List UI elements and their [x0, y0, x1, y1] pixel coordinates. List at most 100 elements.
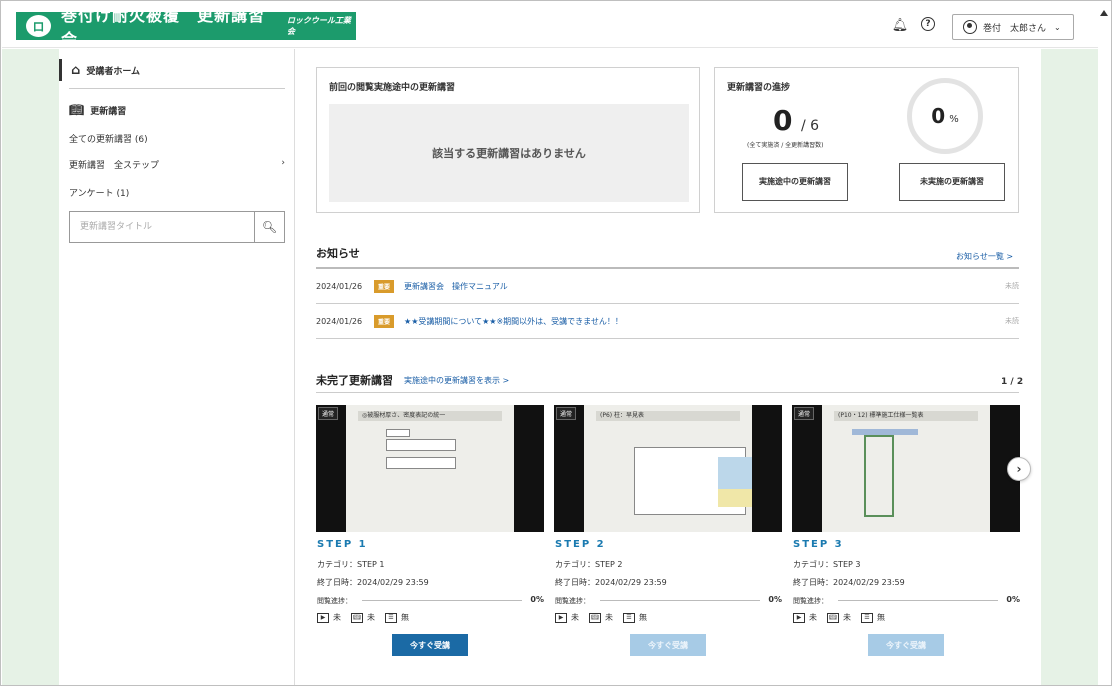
- course-card: ◎被服材厚さ、密度表記の統一 通常 STEP 1 カテゴリ：STEP 1 終了日…: [316, 405, 544, 675]
- thumbnail-slide: (P6) 柱：早見表: [584, 405, 752, 532]
- test-status: 無: [639, 613, 647, 622]
- sidebar-item-all-steps[interactable]: 更新講習 全ステップ ›: [69, 158, 285, 171]
- news-item[interactable]: 2024/01/26 重要 更新講習会 操作マニュアル 未読: [316, 272, 1019, 300]
- sidebar-home-label: 受講者ホーム: [86, 66, 141, 77]
- carousel-next-button[interactable]: ›: [1007, 457, 1031, 481]
- progress-percent-unit: %: [949, 113, 959, 125]
- news-row-divider: [316, 303, 1019, 304]
- sidebar-item-label: アンケート (1): [69, 189, 130, 199]
- home-icon: ⌂: [71, 62, 81, 78]
- book-icon: 📖︎: [589, 612, 601, 623]
- page-scrollbar[interactable]: [1098, 2, 1111, 685]
- course-thumbnail[interactable]: (P6) 柱：早見表 通常: [554, 405, 782, 532]
- video-icon: ▶: [317, 612, 329, 623]
- previous-course-card: 前回の閲覧実施途中の更新講習 該当する更新講習はありません: [316, 67, 700, 213]
- progress-percent: 0: [931, 104, 946, 128]
- sidebar-section-courses: 📖︎ 更新講習: [69, 103, 126, 117]
- course-progress-percent: 0%: [768, 595, 782, 604]
- carousel-page-indicator: 1 / 2: [1001, 377, 1024, 387]
- book-icon: 📖︎: [827, 612, 839, 623]
- news-title: お知らせ: [316, 247, 360, 260]
- video-status: 未: [571, 613, 579, 622]
- thumbnail-heading: ◎被服材厚さ、密度表記の統一: [358, 411, 502, 421]
- sidebar-item-all-courses[interactable]: 全ての更新講習 (6): [69, 132, 285, 145]
- sidebar-item-survey[interactable]: アンケート (1): [69, 186, 285, 199]
- course-category: カテゴリ：STEP 2: [555, 560, 623, 569]
- course-card: (P6) 柱：早見表 通常 STEP 2 カテゴリ：STEP 2 終了日時：20…: [554, 405, 782, 675]
- chevron-down-icon: ⌄: [1054, 22, 1061, 32]
- text-status: 未: [843, 613, 851, 622]
- user-menu-button[interactable]: 巻付 太郎さん ⌄: [952, 14, 1074, 40]
- important-badge: 重要: [374, 314, 395, 328]
- news-item[interactable]: 2024/01/26 重要 ★★受講期間について★★※期間以外は、受講できません…: [316, 307, 1019, 335]
- start-course-button[interactable]: 今すぐ受講: [630, 634, 706, 656]
- news-item-title[interactable]: ★★受講期間について★★※期間以外は、受講できません！！: [404, 316, 1005, 327]
- course-step-name[interactable]: STEP 3: [793, 539, 844, 550]
- course-step-name[interactable]: STEP 1: [317, 539, 368, 550]
- course-progress-label: 閲覧進捗：: [555, 597, 590, 605]
- progress-ring: 0 %: [907, 78, 983, 154]
- thumbnail-beam: [852, 429, 918, 435]
- course-progress-label: 閲覧進捗：: [793, 597, 828, 605]
- start-course-button[interactable]: 今すぐ受講: [392, 634, 468, 656]
- sidebar-item-label: 全ての更新講習 (6): [69, 135, 148, 145]
- search-button[interactable]: 🔍︎: [254, 212, 284, 242]
- course-search: 🔍︎: [69, 211, 285, 243]
- news-row-divider: [316, 338, 1019, 339]
- news-read-status: 未読: [1005, 282, 1019, 290]
- thumbnail-slide: ◎被服材厚さ、密度表記の統一: [346, 405, 514, 532]
- important-badge: 重要: [374, 279, 395, 293]
- thumbnail-cell: [718, 489, 752, 507]
- app-subtitle: ロックウール工業会: [286, 16, 351, 36]
- thumbnail-slide: (P10・12) 標準施工仕様一覧表: [822, 405, 990, 532]
- thumbnail-heading: (P6) 柱：早見表: [596, 411, 740, 421]
- course-progress-bar: [600, 600, 760, 601]
- video-status: 未: [333, 613, 341, 622]
- text-status: 未: [367, 613, 375, 622]
- test-status: 無: [401, 613, 409, 622]
- thumbnail-cell: [718, 457, 752, 489]
- app-title: 巻付け耐火被覆 更新講習会: [60, 6, 265, 49]
- course-step-name[interactable]: STEP 2: [555, 539, 606, 550]
- previous-course-title: 前回の閲覧実施途中の更新講習: [329, 83, 456, 93]
- incomplete-courses-title: 未完了更新講習: [316, 374, 393, 387]
- progress-note: (全て実施済 / 全更新講習数): [747, 142, 824, 149]
- video-status: 未: [809, 613, 817, 622]
- course-type-tag: 通常: [556, 407, 577, 420]
- browser-frame: ロ 巻付け耐火被覆 更新講習会 ロックウール工業会 🔔︎ ? 巻付 太郎さん ⌄…: [0, 0, 1112, 686]
- course-thumbnail[interactable]: ◎被服材厚さ、密度表記の統一 通常: [316, 405, 544, 532]
- total-count: / 6: [801, 118, 820, 134]
- test-icon: ☰: [385, 612, 397, 623]
- thumbnail-box: [386, 429, 410, 437]
- sidebar-divider: [69, 88, 285, 89]
- book-icon: 📖︎: [351, 612, 363, 623]
- show-in-progress-link[interactable]: 実施途中の更新講習を表示 >: [404, 375, 509, 386]
- thumbnail-box: [386, 439, 456, 451]
- user-avatar-icon: [963, 20, 977, 34]
- test-icon: ☰: [623, 612, 635, 623]
- text-status: 未: [605, 613, 613, 622]
- news-date: 2024/01/26: [316, 281, 363, 291]
- progress-card: 更新講習の進捗 0 / 6 (全て実施済 / 全更新講習数) 0 % 実施途中の…: [714, 67, 1019, 213]
- bell-icon[interactable]: 🔔︎: [892, 17, 909, 33]
- course-thumbnail[interactable]: (P10・12) 標準施工仕様一覧表 通常: [792, 405, 1020, 532]
- scroll-up-icon[interactable]: [1100, 10, 1108, 16]
- course-progress-bar: [362, 600, 522, 601]
- news-list-link[interactable]: お知らせ一覧 >: [956, 251, 1013, 262]
- app-logo[interactable]: ロ 巻付け耐火被覆 更新講習会 ロックウール工業会: [16, 6, 356, 49]
- course-category: カテゴリ：STEP 3: [793, 560, 861, 569]
- course-progress-label: 閲覧進捗：: [317, 597, 352, 605]
- sidebar-item-home[interactable]: ⌂ 受講者ホーム: [59, 59, 285, 81]
- news-date: 2024/01/26: [316, 316, 363, 326]
- right-gutter: [1041, 49, 1098, 685]
- course-search-input[interactable]: [70, 212, 254, 242]
- news-item-title[interactable]: 更新講習会 操作マニュアル: [404, 281, 1005, 292]
- sidebar: ⌂ 受講者ホーム 📖︎ 更新講習 全ての更新講習 (6) 更新講習 全ステップ …: [59, 49, 295, 685]
- help-icon[interactable]: ?: [921, 17, 935, 31]
- start-course-button[interactable]: 今すぐ受講: [868, 634, 944, 656]
- course-progress-bar: [838, 600, 998, 601]
- in-progress-courses-button[interactable]: 実施途中の更新講習: [742, 163, 848, 201]
- empty-state: 該当する更新講習はありません: [329, 104, 689, 202]
- not-started-courses-button[interactable]: 未実施の更新講習: [899, 163, 1005, 201]
- video-icon: ▶: [793, 612, 805, 623]
